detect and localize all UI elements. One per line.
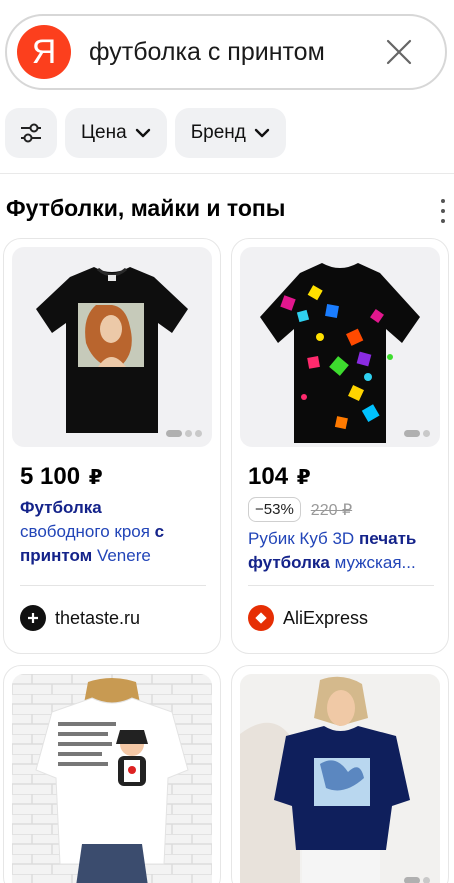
product-image[interactable] <box>240 674 440 883</box>
chevron-down-icon <box>135 128 151 138</box>
product-card[interactable] <box>231 665 449 883</box>
clear-search-button[interactable] <box>379 32 419 72</box>
product-price: 5 100 ₽ <box>20 463 103 490</box>
sliders-icon <box>21 123 41 143</box>
product-image[interactable] <box>12 674 212 883</box>
discount-row: −53% 220 ₽ <box>248 497 352 522</box>
seller-link[interactable]: AliExpress <box>248 605 368 631</box>
price-filter-button[interactable]: Цена <box>65 108 167 158</box>
chevron-down-icon <box>254 128 270 138</box>
search-bar[interactable]: Я футболка с принтом <box>5 14 447 90</box>
brand-filter-label: Бренд <box>190 122 246 143</box>
image-pagination <box>404 430 430 437</box>
product-price: 104 ₽ <box>248 463 311 490</box>
price-filter-label: Цена <box>81 122 127 143</box>
seller-link[interactable]: thetaste.ru <box>20 605 140 631</box>
image-pagination <box>404 877 430 883</box>
filters-button[interactable] <box>5 108 57 158</box>
product-image[interactable] <box>12 247 212 447</box>
filter-bar: Цена Бренд <box>5 108 286 158</box>
product-card[interactable]: 104 ₽ −53% 220 ₽ Рубик Куб 3D печать фут… <box>231 238 449 654</box>
card-divider <box>20 585 206 586</box>
discount-badge: −53% <box>248 497 301 522</box>
seller-name: AliExpress <box>283 607 369 628</box>
thetaste-logo-icon <box>20 605 46 631</box>
yandex-logo[interactable]: Я <box>17 25 71 79</box>
card-divider <box>248 585 434 586</box>
close-icon <box>386 39 412 65</box>
product-card[interactable] <box>3 665 221 883</box>
aliexpress-logo-icon <box>248 605 274 631</box>
image-pagination <box>166 430 202 437</box>
product-image[interactable] <box>240 247 440 447</box>
section-title: Футболки, майки и топы <box>6 195 286 221</box>
search-input[interactable]: футболка с принтом <box>89 38 379 67</box>
product-title[interactable]: Футболка свободного кроя с принтом Vener… <box>20 496 216 568</box>
product-card[interactable]: 5 100 ₽ Футболка свободного кроя с принт… <box>3 238 221 654</box>
product-title[interactable]: Рубик Куб 3D печать футболка мужская... <box>248 527 444 575</box>
seller-name: thetaste.ru <box>55 607 141 628</box>
old-price: 220 ₽ <box>310 501 353 519</box>
brand-filter-button[interactable]: Бренд <box>174 108 286 158</box>
more-options-icon[interactable] <box>436 199 450 223</box>
divider <box>0 173 454 174</box>
